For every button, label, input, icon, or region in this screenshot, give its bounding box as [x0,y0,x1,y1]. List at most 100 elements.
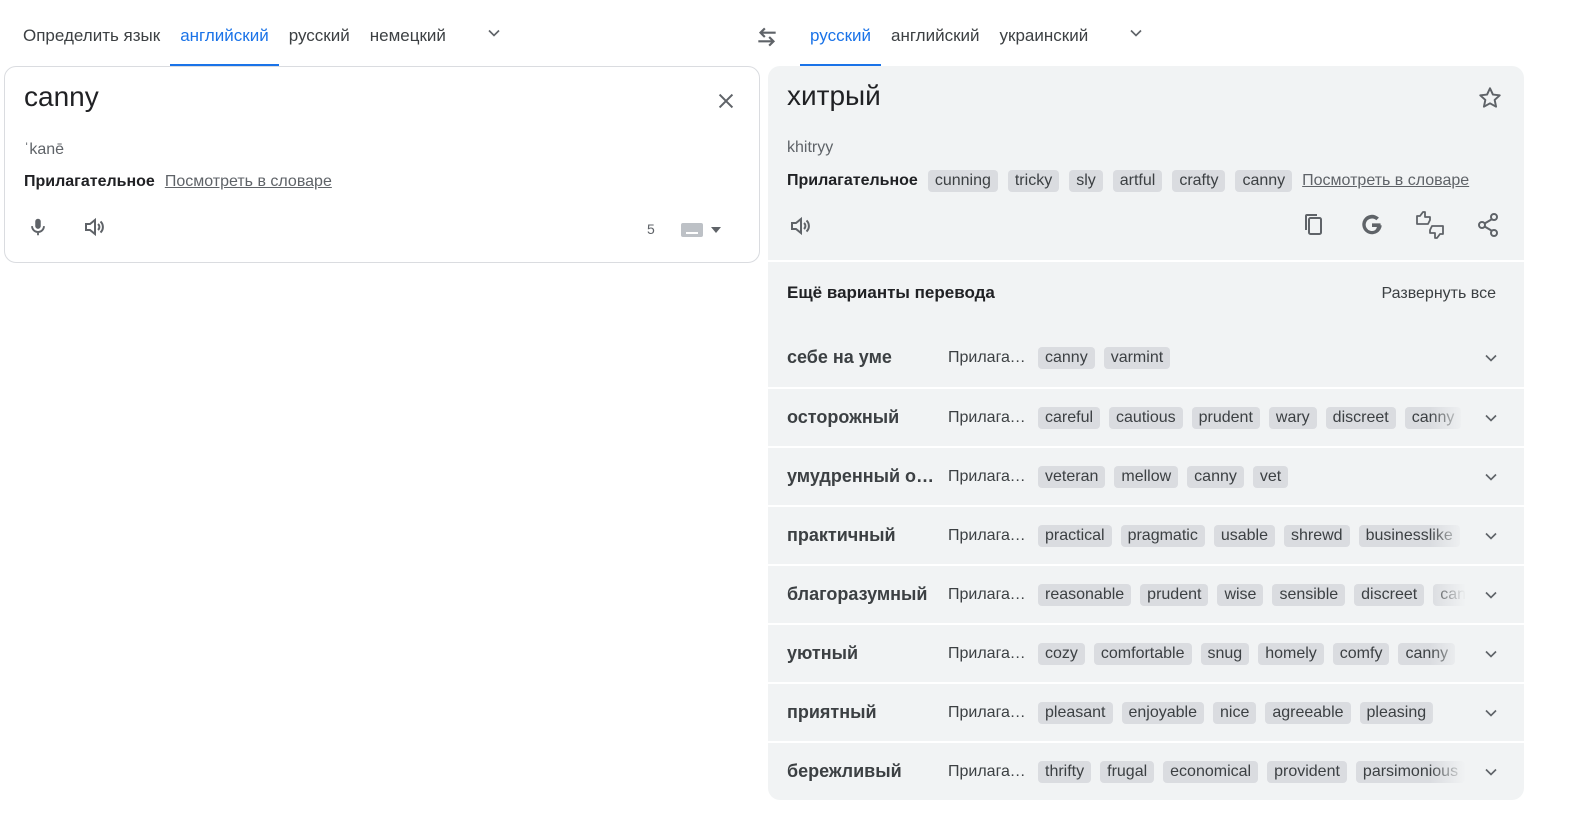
synonym-chip[interactable]: artful [1112,170,1163,192]
source-dictionary-link[interactable]: Посмотреть в словаре [165,173,332,191]
synonym-chip[interactable]: cozy [1038,642,1085,665]
synonym-chip[interactable]: varmint [1103,346,1171,369]
more-target-languages-button[interactable] [1116,0,1156,66]
synonym-chip[interactable]: wary [1268,406,1317,429]
synonym-chip[interactable]: discreet [1354,583,1425,606]
synonym-chip[interactable]: cautious [1109,406,1183,429]
translation-variant-row[interactable]: умудренный опытом Прилагательное veteran… [768,446,1524,505]
synonym-chip[interactable]: snug [1200,642,1250,665]
variant-synonyms: veteran mellow canny vet [1038,465,1466,488]
synonym-chip[interactable]: agreeable [1265,701,1351,724]
tab-detect-language[interactable]: Определить язык [13,0,170,66]
synonym-chip[interactable]: reasonable [1038,583,1132,606]
expand-row-button[interactable] [1476,403,1506,433]
source-text-input[interactable]: canny [24,81,99,113]
translation-variant-row[interactable]: приятный Прилагательное pleasant enjoyab… [768,682,1524,741]
tab-target-english[interactable]: английский [881,0,990,66]
listen-translation-button[interactable] [786,211,816,241]
translation-variant-row[interactable]: бережливый Прилагательное thrifty frugal… [768,741,1524,800]
chevron-down-icon [1485,591,1497,599]
synonym-chip[interactable]: canny [1398,642,1456,665]
tab-source-german[interactable]: немецкий [360,0,456,66]
expand-row-button[interactable] [1476,462,1506,492]
synonym-chip[interactable]: canny [1187,465,1244,488]
tab-target-russian[interactable]: русский [800,0,882,66]
more-source-languages-button[interactable] [474,0,514,66]
variant-pos: Прилагательное [948,408,1030,426]
synonym-chip[interactable]: comfortable [1093,642,1192,665]
synonym-chip[interactable]: canny [1433,583,1466,606]
divider [768,260,1524,262]
expand-row-button[interactable] [1476,343,1506,373]
translation-variant-row[interactable]: практичный Прилагательное practical prag… [768,505,1524,564]
synonym-chip[interactable]: wise [1217,583,1264,606]
expand-row-button[interactable] [1476,757,1506,787]
expand-all-button[interactable]: Развернуть все [1382,285,1496,303]
keyboard-selector[interactable] [681,219,729,241]
variant-synonyms: practical pragmatic usable shrewd busine… [1038,524,1466,547]
synonym-chip[interactable]: mellow [1114,465,1179,488]
synonym-chip[interactable]: careful [1038,406,1101,429]
synonym-chip[interactable]: veteran [1038,465,1106,488]
synonym-chip[interactable]: provident [1267,760,1347,783]
synonym-chip[interactable]: usable [1213,524,1275,547]
expand-row-button[interactable] [1476,580,1506,610]
expand-row-button[interactable] [1476,698,1506,728]
synonym-chip[interactable]: nice [1213,701,1257,724]
synonym-chip[interactable]: tricky [1007,170,1060,192]
synonym-chip[interactable]: sensible [1272,583,1346,606]
translation-variant-row[interactable]: себе на уме Прилагательное canny varmint [768,328,1524,387]
synonym-chip[interactable]: comfy [1332,642,1390,665]
synonym-chip[interactable]: pragmatic [1120,524,1205,547]
variant-synonyms: reasonable prudent wise sensible discree… [1038,583,1466,606]
source-pos-line: Прилагательное Посмотреть в словаре [24,173,332,191]
synonym-chip[interactable]: enjoyable [1121,701,1204,724]
expand-row-button[interactable] [1476,521,1506,551]
synonym-chip[interactable]: cunning [927,170,998,192]
feedback-icon [1416,211,1444,239]
star-icon [1479,87,1501,108]
synonym-chip[interactable]: frugal [1100,760,1155,783]
synonym-chip[interactable]: pleasing [1359,701,1434,724]
synonym-chip[interactable]: businesslike [1358,524,1460,547]
synonym-chip[interactable]: homely [1258,642,1324,665]
synonym-chip[interactable]: prudent [1191,406,1260,429]
variant-synonyms: careful cautious prudent wary discreet c… [1038,406,1466,429]
translation-dictionary-link[interactable]: Посмотреть в словаре [1302,172,1469,190]
copy-translation-button[interactable] [1298,208,1330,242]
synonym-chip[interactable]: parsimonious [1355,760,1466,783]
synonym-chip[interactable]: crafty [1172,170,1226,192]
synonym-chip[interactable]: prudent [1140,583,1209,606]
variant-pos: Прилагательное [948,467,1030,485]
synonym-chip[interactable]: discreet [1325,406,1396,429]
tab-source-russian[interactable]: русский [279,0,360,66]
google-icon [1362,214,1382,235]
synonym-chip[interactable]: canny [1235,170,1293,192]
voice-input-button[interactable] [23,212,53,242]
synonym-chip[interactable]: vet [1252,465,1289,488]
tab-target-ukrainian[interactable]: украинский [990,0,1099,66]
synonym-chip[interactable]: shrewd [1283,524,1350,547]
tab-source-english[interactable]: английский [170,0,279,66]
synonym-chip[interactable]: canny [1038,346,1095,369]
swap-languages-button[interactable] [752,22,782,52]
synonym-chip[interactable]: thrifty [1038,760,1092,783]
synonym-chip[interactable]: sly [1069,170,1103,192]
translation-variant-row[interactable]: уютный Прилагательное cozy comfortable s… [768,623,1524,682]
synonym-chip[interactable]: economical [1163,760,1259,783]
listen-source-button[interactable] [80,212,110,242]
share-translation-button[interactable] [1472,208,1504,242]
synonym-chip[interactable]: pleasant [1038,701,1113,724]
translation-variant-row[interactable]: осторожный Прилагательное careful cautio… [768,387,1524,446]
synonym-chip[interactable]: canny [1404,406,1462,429]
synonym-chip[interactable]: practical [1038,524,1112,547]
character-count: 5 [647,221,655,237]
expand-row-button[interactable] [1476,639,1506,669]
clear-source-button[interactable] [708,83,744,119]
google-search-button[interactable] [1356,208,1388,242]
rate-translation-button[interactable] [1414,208,1446,242]
variant-pos: Прилагательное [948,703,1030,721]
translation-variant-row[interactable]: благоразумный Прилагательное reasonable … [768,564,1524,623]
variant-synonyms: thrifty frugal economical provident pars… [1038,760,1466,783]
save-translation-button[interactable] [1474,82,1506,114]
